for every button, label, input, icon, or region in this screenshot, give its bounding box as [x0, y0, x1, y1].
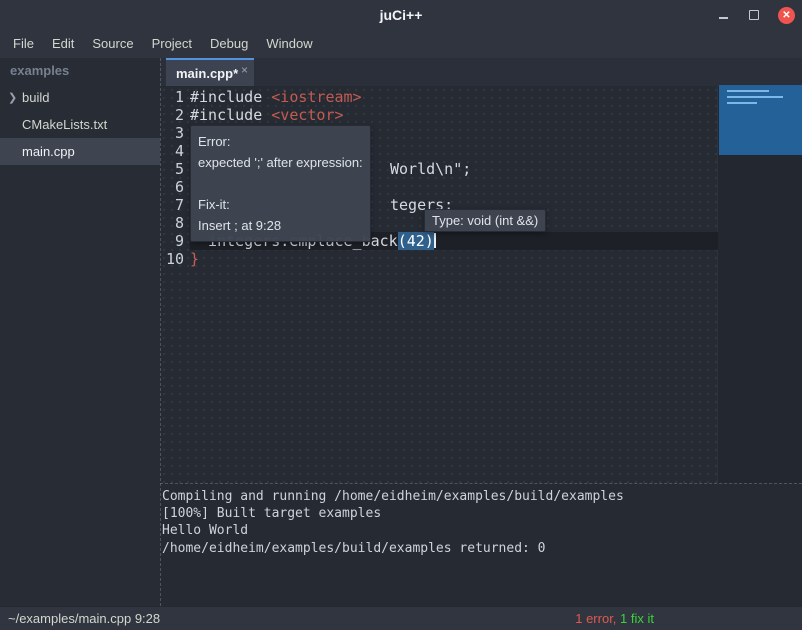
window-controls: ✕ — [716, 0, 795, 30]
line-number: 5 — [160, 160, 184, 178]
menu-item-file[interactable]: File — [4, 30, 43, 58]
code-text[interactable]: } — [190, 250, 718, 268]
close-icon: ✕ — [782, 7, 790, 24]
line-number: 9 — [160, 232, 184, 250]
code-token: <vector> — [271, 106, 343, 124]
menubar: FileEditSourceProjectDebugWindow — [0, 30, 802, 58]
terminal-line: Compiling and running /home/eidheim/exam… — [162, 488, 802, 505]
code-token: World\n"; — [390, 160, 471, 178]
close-button[interactable]: ✕ — [778, 7, 795, 24]
tab-close-icon[interactable]: × — [241, 63, 248, 77]
menu-item-edit[interactable]: Edit — [43, 30, 83, 58]
code-token: #include — [190, 106, 271, 124]
status-error-count: 1 error, — [575, 611, 616, 626]
code-line-2[interactable]: 2 #include <vector> — [160, 106, 802, 124]
line-number: 7 — [160, 196, 184, 214]
tree-item-cmakelists-txt[interactable]: CMakeLists.txt — [0, 111, 160, 138]
line-number: 8 — [160, 214, 184, 232]
status-location: ~/examples/main.cpp 9:28 — [8, 607, 160, 630]
tooltip-line: Fix-it: — [198, 194, 363, 215]
menu-item-window[interactable]: Window — [257, 30, 321, 58]
line-number: 6 — [160, 178, 184, 196]
menu-item-project[interactable]: Project — [143, 30, 201, 58]
terminal-line: Hello World — [162, 522, 802, 539]
code-text[interactable]: #include <iostream> — [190, 88, 718, 106]
terminal-line: /home/eidheim/examples/build/examples re… — [162, 540, 802, 557]
status-fixit-count: 1 fix it — [616, 611, 654, 626]
minimize-icon — [719, 17, 728, 19]
code-token: #include — [190, 88, 271, 106]
sidebar-tree: ❯build CMakeLists.txt main.cpp — [0, 84, 160, 165]
text-cursor — [434, 233, 436, 248]
tabbar: main.cpp*× — [160, 58, 802, 86]
window-title: juCi++ — [380, 7, 423, 23]
line-number: 2 — [160, 106, 184, 124]
code-text[interactable]: #include <vector> — [190, 106, 718, 124]
tab-main-cpp-[interactable]: main.cpp*× — [166, 58, 254, 86]
tooltip-line — [198, 173, 363, 194]
minimize-button[interactable] — [716, 8, 730, 22]
titlebar: juCi++ ✕ — [0, 0, 802, 30]
code-line-10[interactable]: 10} — [160, 250, 802, 268]
menu-item-debug[interactable]: Debug — [201, 30, 257, 58]
sidebar-header: examples — [0, 58, 160, 84]
line-number: 3 — [160, 124, 184, 142]
status-diagnostics: 1 error, 1 fix it — [575, 607, 654, 630]
pane-divider[interactable] — [160, 58, 161, 606]
code-token: } — [190, 250, 199, 268]
tooltip-line: Error: — [198, 131, 363, 152]
tooltip-line: Insert ; at 9:28 — [198, 215, 363, 236]
editor[interactable]: 1 #include <iostream> 2 #include <vector> 34… — [160, 86, 802, 484]
editor-overview-thumbnail — [719, 85, 802, 155]
statusbar: ~/examples/main.cpp 9:28 1 error, 1 fix … — [0, 606, 802, 630]
tooltip-line: expected ';' after expression: — [198, 152, 363, 173]
code-token: <iostream> — [271, 88, 361, 106]
line-number: 10 — [160, 250, 184, 268]
tree-item-build[interactable]: ❯build — [0, 84, 160, 111]
tree-item-label: build — [22, 90, 49, 105]
tab-label: main.cpp* — [176, 66, 238, 81]
menu-item-source[interactable]: Source — [83, 30, 142, 58]
restore-button[interactable] — [747, 8, 761, 22]
type-tooltip: Type: void (int &&) — [424, 209, 546, 232]
line-number: 4 — [160, 142, 184, 160]
chevron-right-icon[interactable]: ❯ — [8, 91, 22, 104]
sidebar: examples ❯build CMakeLists.txt main.cpp — [0, 58, 160, 606]
tree-item-label: main.cpp — [22, 144, 75, 159]
code-token: (42) — [398, 232, 434, 250]
tree-item-label: CMakeLists.txt — [22, 117, 107, 132]
restore-icon — [749, 10, 759, 20]
code-line-1[interactable]: 1 #include <iostream> — [160, 88, 802, 106]
tree-item-main-cpp[interactable]: main.cpp — [0, 138, 160, 165]
diagnostic-tooltip: Error:expected ';' after expression: Fix-… — [190, 125, 371, 242]
terminal-output[interactable]: Compiling and running /home/eidheim/exam… — [160, 483, 802, 606]
line-number: 1 — [160, 88, 184, 106]
terminal-line: [100%] Built target examples — [162, 505, 802, 522]
